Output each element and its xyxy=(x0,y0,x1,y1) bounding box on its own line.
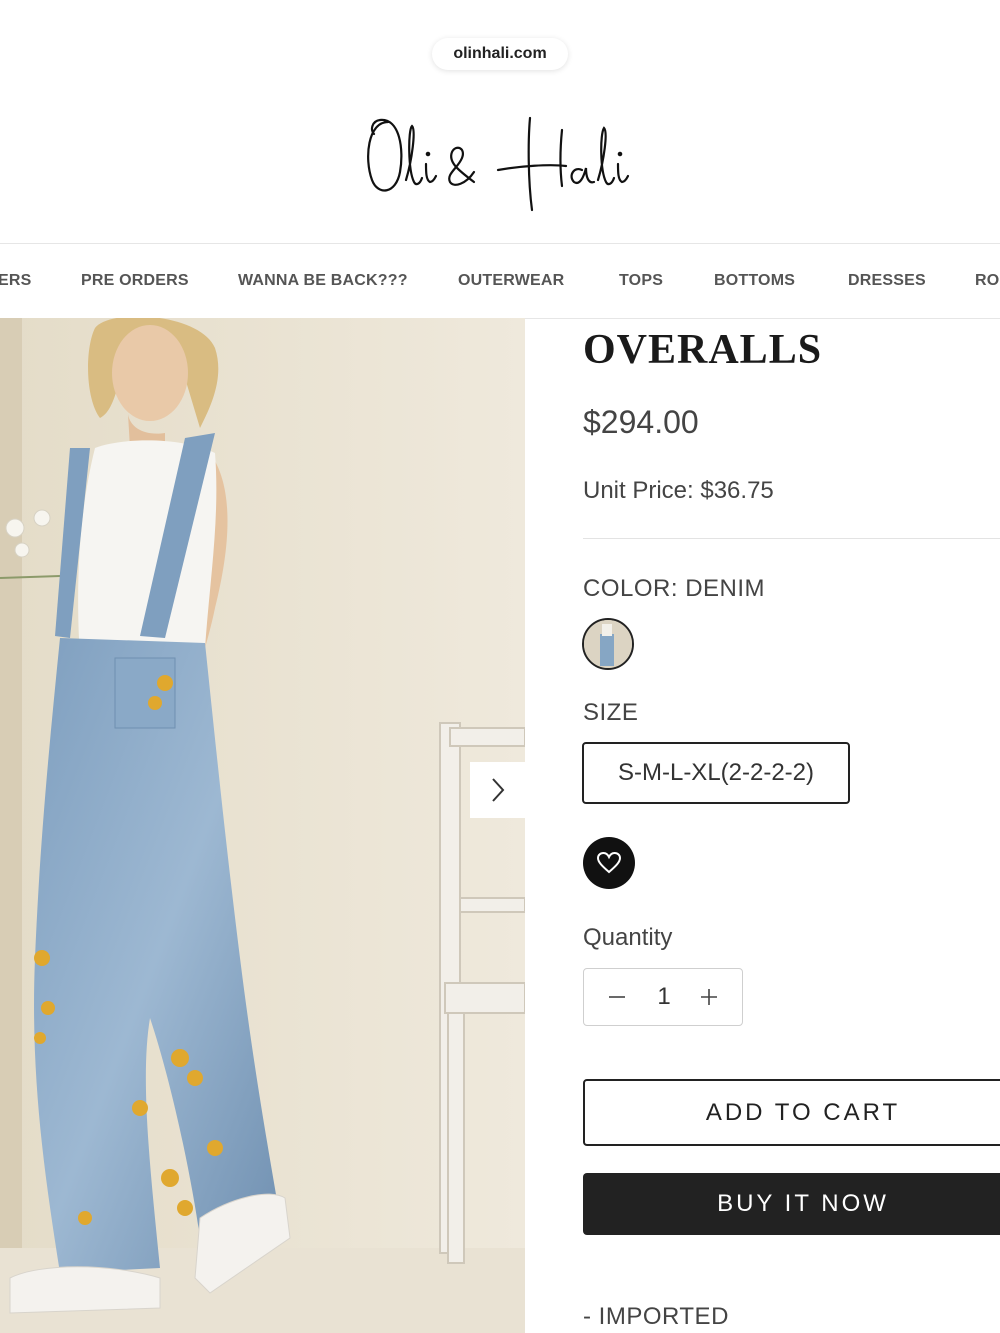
quantity-label: Quantity xyxy=(583,924,673,951)
quantity-stepper: 1 xyxy=(583,968,743,1026)
chevron-right-icon xyxy=(491,778,504,802)
size-option[interactable]: S-M-L-XL(2-2-2-2) xyxy=(582,742,850,804)
brand-logo[interactable] xyxy=(350,100,650,220)
swatch-thumbnail xyxy=(584,620,632,668)
quantity-input[interactable]: 1 xyxy=(639,969,689,1025)
qty-decrease-button[interactable] xyxy=(592,969,642,1025)
color-swatch-denim[interactable] xyxy=(582,618,634,670)
main-nav: ERS PRE ORDERS WANNA BE BACK??? OUTERWEA… xyxy=(0,243,1000,319)
nav-item-outerwear[interactable]: OUTERWEAR xyxy=(458,244,564,318)
color-value: DENIM xyxy=(685,575,766,602)
nav-item-orders[interactable]: ERS xyxy=(0,244,32,318)
wishlist-button[interactable] xyxy=(583,837,635,889)
nav-item-pre-orders[interactable]: PRE ORDERS xyxy=(81,244,189,318)
product-detail-line: - IMPORTED xyxy=(583,1303,729,1330)
add-to-cart-button[interactable]: ADD TO CART xyxy=(583,1079,1000,1146)
logo-script-icon xyxy=(367,116,630,212)
color-selector-label: COLOR: DENIM xyxy=(583,575,765,603)
product-photo-illustration xyxy=(0,318,525,1333)
nav-item-tops[interactable]: TOPS xyxy=(619,244,663,318)
qty-increase-button[interactable] xyxy=(684,969,734,1025)
product-price: $294.00 xyxy=(583,404,699,440)
nav-item-dresses[interactable]: DRESSES xyxy=(848,244,926,318)
url-text: olinhali.com xyxy=(453,45,547,62)
unit-price: Unit Price: $36.75 xyxy=(583,477,774,504)
minus-icon xyxy=(609,996,625,998)
buy-it-now-button[interactable]: BUY IT NOW xyxy=(583,1173,1000,1235)
nav-item-wanna-be-back[interactable]: WANNA BE BACK??? xyxy=(238,244,408,318)
divider xyxy=(583,538,1000,539)
product-title: OVERALLS xyxy=(583,327,823,373)
url-pill[interactable]: olinhali.com xyxy=(432,38,568,70)
gallery-next-button[interactable] xyxy=(470,762,525,818)
size-label: SIZE xyxy=(583,699,639,726)
plus-icon xyxy=(701,989,717,1005)
nav-item-rompers[interactable]: RO xyxy=(975,244,999,318)
color-label: COLOR: xyxy=(583,575,679,602)
nav-item-bottoms[interactable]: BOTTOMS xyxy=(714,244,795,318)
product-image[interactable] xyxy=(0,318,525,1333)
heart-icon xyxy=(596,851,622,874)
